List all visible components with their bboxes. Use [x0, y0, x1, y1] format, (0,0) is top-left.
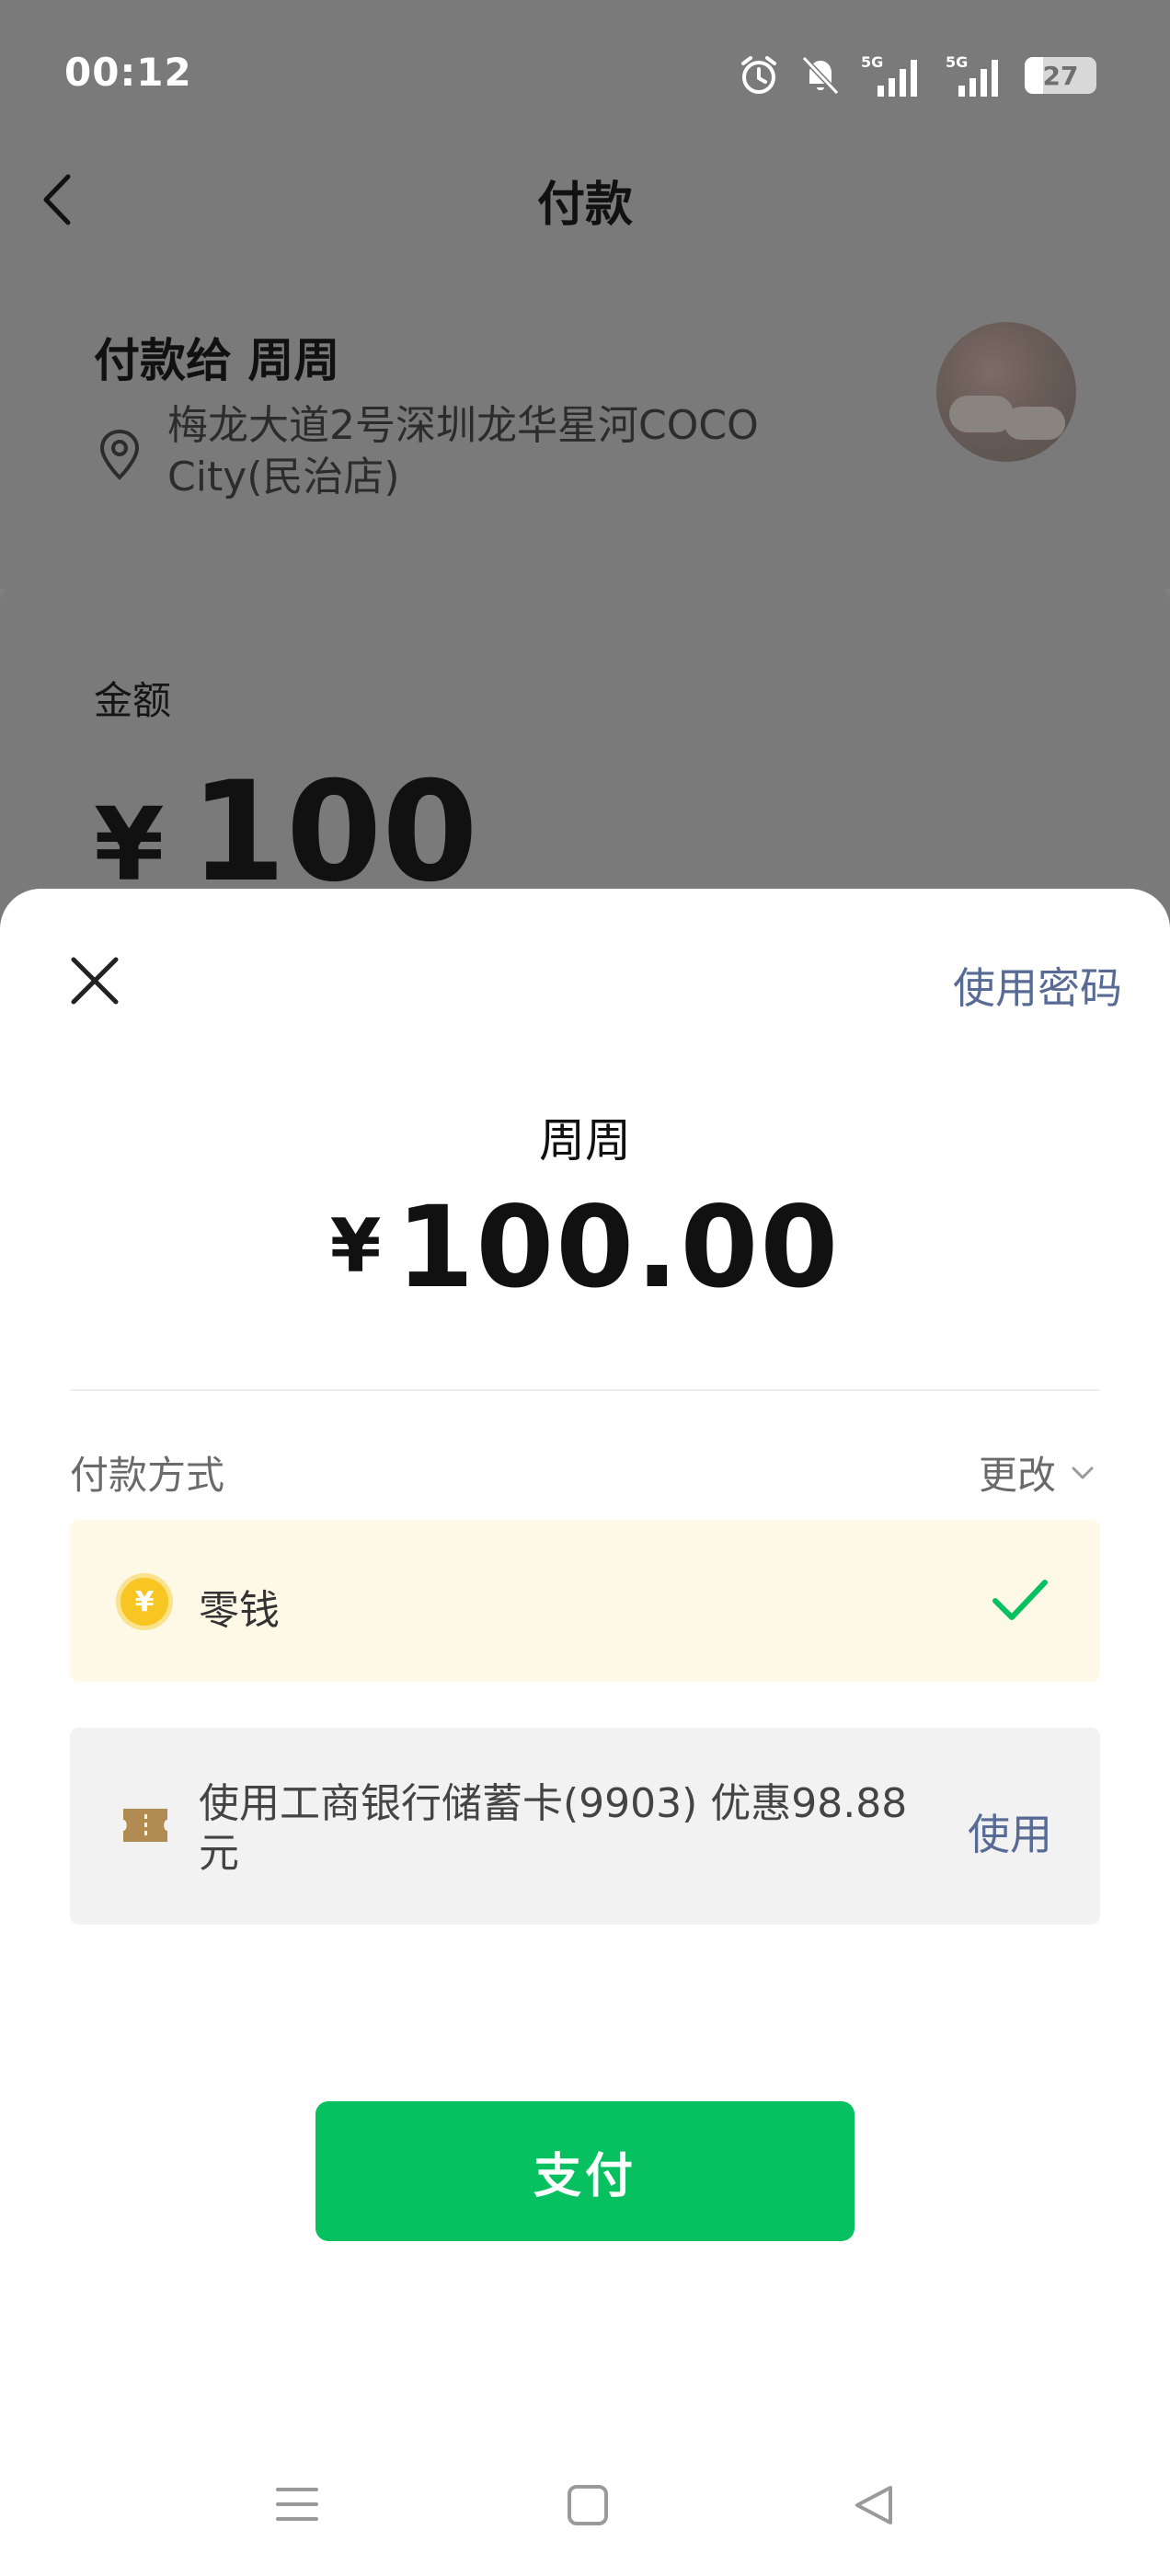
- use-card-button[interactable]: 使用: [968, 1801, 1052, 1862]
- coupon-icon: [123, 1809, 167, 1842]
- amount-value: 100.00: [396, 1182, 841, 1313]
- status-icons: 5G 5G 27: [738, 48, 1096, 103]
- battery-fill: [1025, 57, 1043, 94]
- wallet-label: 零钱: [199, 1587, 280, 1634]
- menu-icon[interactable]: [276, 2486, 318, 2523]
- payment-amount: ¥100.00: [0, 1191, 1170, 1304]
- home-square-icon[interactable]: [567, 2484, 609, 2526]
- amount-input-value: ¥100: [94, 764, 478, 902]
- payment-option-bank-card: 使用工商银行储蓄卡(9903) 优惠98.88元 使用: [70, 1728, 1100, 1925]
- payee-title: 付款给 周周: [94, 334, 340, 387]
- network-2-text: 5G: [946, 53, 968, 71]
- pay-button[interactable]: 支付: [315, 2101, 855, 2241]
- page-title: 付款: [536, 178, 633, 233]
- close-icon[interactable]: [66, 952, 123, 1009]
- network-1-text: 5G: [861, 53, 883, 71]
- status-time: 00:12: [64, 50, 192, 95]
- location-pin-icon: [99, 429, 140, 480]
- coin-symbol: ¥: [134, 1585, 155, 1618]
- payment-screen: 00:12 5G 5G 27 付款 付款给 周周 梅龙大道2号深圳龙华星河COC…: [0, 0, 1170, 2576]
- recipient-name: 周周: [539, 1114, 631, 1167]
- change-method-button[interactable]: 更改: [979, 1444, 1095, 1501]
- bell-muted-icon: [801, 55, 840, 96]
- alarm-icon: [741, 56, 776, 94]
- back-triangle-icon[interactable]: [854, 2484, 894, 2526]
- coin-icon: ¥: [116, 1573, 173, 1630]
- signal-5g-icon: 5G: [946, 53, 998, 97]
- divider: [70, 1389, 1100, 1391]
- currency-symbol: ¥: [94, 786, 165, 903]
- avatar-detail: [1004, 407, 1065, 440]
- use-password-link[interactable]: 使用密码: [953, 955, 1122, 1016]
- check-icon: [992, 1580, 1048, 1620]
- payee-address: 梅龙大道2号深圳龙华星河COCO City(民治店): [167, 402, 759, 500]
- battery-icon: 27: [1025, 57, 1096, 94]
- payment-method-label: 付款方式: [70, 1453, 225, 1498]
- payment-option-wallet[interactable]: ¥ 零钱: [70, 1520, 1100, 1682]
- payee-avatar: [936, 322, 1076, 462]
- bank-card-offer-text: 使用工商银行储蓄卡(9903) 优惠98.88元: [199, 1780, 908, 1877]
- battery-level: 27: [1042, 60, 1079, 91]
- currency-symbol: ¥: [329, 1203, 384, 1289]
- change-label: 更改: [978, 1453, 1056, 1498]
- status-bar: 00:12 5G 5G 27: [0, 0, 1170, 147]
- amount-label: 金额: [94, 678, 172, 723]
- chevron-down-icon: [1072, 1466, 1094, 1478]
- signal-5g-icon: 5G: [861, 53, 917, 97]
